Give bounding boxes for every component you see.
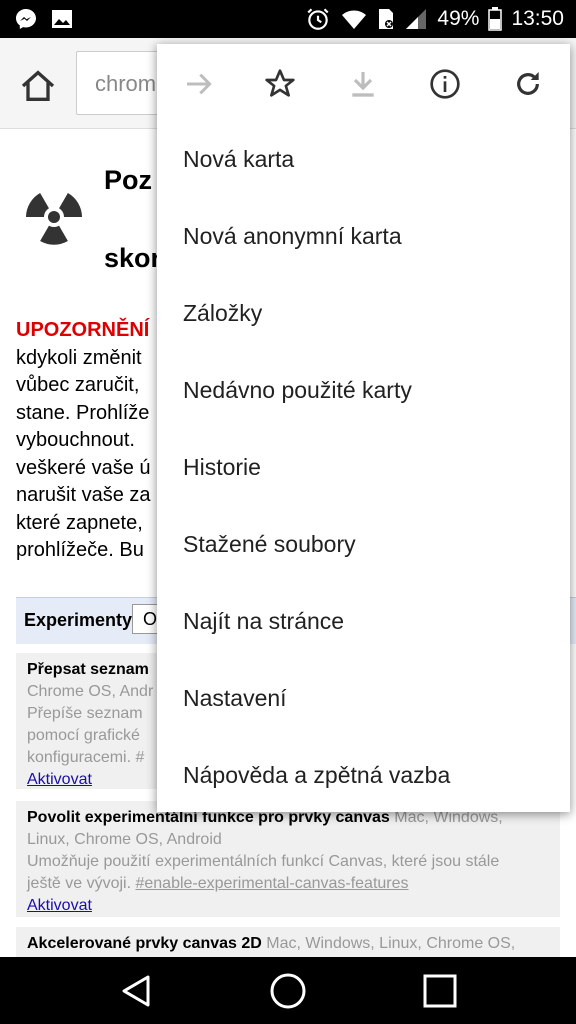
navigation-bar bbox=[0, 957, 576, 1024]
overflow-menu: Nová karta Nová anonymní karta Záložky N… bbox=[157, 44, 570, 812]
experiment-desc: ještě ve vývoji. bbox=[27, 875, 136, 892]
menu-item-bookmarks[interactable]: Záložky bbox=[183, 300, 262, 327]
battery-icon bbox=[488, 7, 503, 31]
recents-icon[interactable] bbox=[422, 973, 458, 1009]
status-bar: 49% 13:50 bbox=[0, 0, 576, 38]
forward-icon[interactable] bbox=[183, 68, 215, 100]
wifi-icon bbox=[342, 10, 367, 29]
menu-item-find-in-page[interactable]: Najít na stránce bbox=[183, 608, 344, 635]
back-icon[interactable] bbox=[118, 973, 154, 1009]
warning-label: UPOZORNĚNÍ bbox=[16, 319, 150, 341]
refresh-icon[interactable] bbox=[512, 68, 544, 100]
experiment-hash[interactable]: #enable-experimental-canvas-features bbox=[135, 875, 408, 892]
home-icon[interactable] bbox=[18, 66, 58, 106]
battery-percent: 49% bbox=[437, 7, 480, 30]
menu-icon-row bbox=[157, 44, 570, 124]
experiments-label: Experimenty bbox=[24, 610, 133, 630]
download-icon[interactable] bbox=[347, 68, 379, 100]
info-icon[interactable] bbox=[429, 68, 461, 100]
experiment-platforms: Linux, Chrome OS, Android bbox=[27, 831, 222, 848]
signal-icon bbox=[406, 9, 427, 29]
experiment-name: Přepsat seznam bbox=[27, 661, 149, 678]
page-title-line1: Poz bbox=[104, 165, 153, 195]
activate-link[interactable]: Aktivovat bbox=[27, 769, 92, 791]
bookmark-star-icon[interactable] bbox=[264, 68, 296, 100]
activate-link[interactable]: Aktivovat bbox=[27, 895, 92, 917]
menu-item-downloads[interactable]: Stažené soubory bbox=[183, 531, 356, 558]
experiment-desc: Umožňuje použití experimentálních funkcí… bbox=[27, 853, 500, 870]
experiment-platforms-inline: Mac, Windows, Linux, Chrome OS, bbox=[266, 935, 516, 952]
menu-item-settings[interactable]: Nastavení bbox=[183, 685, 287, 712]
experiment-name: Akcelerované prvky canvas 2D bbox=[27, 935, 262, 952]
experiment-item: Akcelerované prvky canvas 2D Mac, Window… bbox=[16, 927, 560, 957]
messenger-icon bbox=[16, 9, 36, 29]
gallery-icon bbox=[52, 10, 72, 28]
clock: 13:50 bbox=[511, 7, 564, 30]
menu-item-recent-tabs[interactable]: Nedávno použité karty bbox=[183, 377, 412, 404]
alarm-icon bbox=[307, 8, 329, 30]
menu-item-history[interactable]: Historie bbox=[183, 454, 261, 481]
menu-item-help-feedback[interactable]: Nápověda a zpětná vazba bbox=[183, 762, 450, 789]
sim-icon bbox=[379, 9, 394, 29]
menu-item-new-tab[interactable]: Nová karta bbox=[183, 146, 294, 173]
url-text: chrom bbox=[95, 71, 157, 96]
home-circle-icon[interactable] bbox=[268, 971, 308, 1011]
page-title-line2: skor bbox=[104, 243, 162, 273]
menu-item-new-incognito-tab[interactable]: Nová anonymní karta bbox=[183, 223, 402, 250]
experiment-item: Povolit experimentální funkce pro prvky … bbox=[16, 801, 560, 917]
radiation-icon bbox=[26, 193, 82, 245]
